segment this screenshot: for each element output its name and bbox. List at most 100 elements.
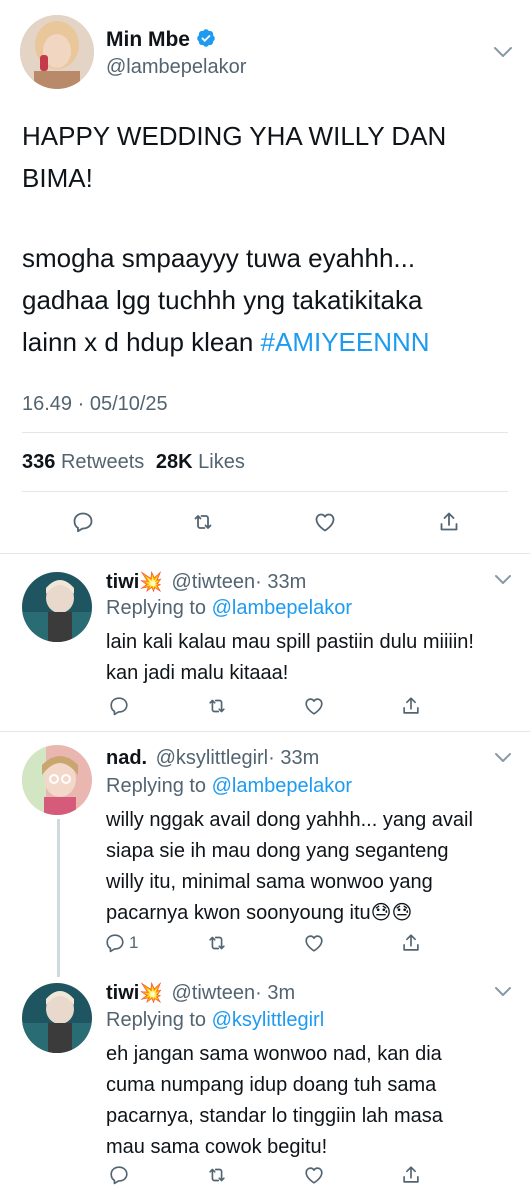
share-icon xyxy=(403,1166,419,1183)
tweet-text-line: gadhaa lgg tuchhh yng takatikitaka xyxy=(22,285,423,315)
replying-to-label: Replying to xyxy=(106,597,207,619)
share-button[interactable] xyxy=(396,691,426,721)
reply-text-line: cuma numpang idup doang tuh sama xyxy=(106,1074,437,1096)
replying-to: Replying to @lambepelakor xyxy=(106,775,352,798)
chevron-down-icon[interactable] xyxy=(494,752,512,764)
retweet-icon xyxy=(194,515,212,529)
explosion-emoji: 💥 xyxy=(139,983,164,1004)
reply-text-line: pacarnya kwon soonyoung itu😓😓 xyxy=(106,902,413,924)
stat-likes[interactable]: 28K Likes xyxy=(156,451,245,473)
retweets-count: 336 xyxy=(22,451,56,473)
replying-to-label: Replying to xyxy=(106,775,207,797)
reply-icon xyxy=(73,512,93,533)
replying-to: Replying to @ksylittlegirl xyxy=(106,1009,324,1032)
reply-avatar[interactable] xyxy=(22,572,92,642)
reply-text-line: mau sama cowok begitu! xyxy=(106,1136,328,1158)
replying-to-handle[interactable]: @ksylittlegirl xyxy=(212,1009,325,1031)
reply-count: 1 xyxy=(129,933,139,952)
reply-icon xyxy=(110,1166,128,1185)
share-button[interactable] xyxy=(396,928,426,958)
share-icon xyxy=(440,512,458,531)
tweet-text-line: smogha smpaayyy tuwa eyahhh... xyxy=(22,243,416,273)
chevron-down-icon[interactable] xyxy=(493,45,513,59)
avatar-image xyxy=(22,745,92,815)
retweet-icon xyxy=(209,936,225,950)
thread-connector-line xyxy=(57,819,60,977)
reply-time[interactable]: · 3m xyxy=(255,982,295,1004)
tweet-text-segment: lainn x d hdup klean xyxy=(22,327,261,357)
retweet-button[interactable] xyxy=(202,1160,232,1190)
author-name-row[interactable]: Min Mbe xyxy=(106,28,216,52)
tweet-text-spacer xyxy=(22,199,522,237)
reply-avatar[interactable] xyxy=(22,745,92,815)
chevron-down-icon[interactable] xyxy=(494,574,512,586)
likes-count: 28K xyxy=(155,451,193,473)
replying-to-label: Replying to xyxy=(106,1009,207,1031)
reply-time[interactable]: · 33m xyxy=(268,747,319,769)
author-name[interactable]: Min Mbe xyxy=(106,28,190,51)
replying-to: Replying to @lambepelakor xyxy=(106,597,352,620)
reply-button[interactable]: 1 xyxy=(104,928,138,958)
reply-text-line: eh jangan sama wonwoo nad, kan dia xyxy=(106,1043,442,1065)
replying-to-handle[interactable]: @lambepelakor xyxy=(212,597,352,619)
likes-label: Likes xyxy=(198,451,245,473)
share-icon xyxy=(403,697,419,714)
reply-text: lain kali kalau mau spill pastiin dulu m… xyxy=(106,627,526,689)
reply-author-handle[interactable]: @ksylittlegirl xyxy=(156,747,269,769)
heart-icon xyxy=(315,513,335,532)
divider xyxy=(0,553,530,554)
tweet-text-line: lainn x d hdup klean #AMIYEENNN xyxy=(22,321,522,363)
tweet-text: HAPPY WEDDING YHA WILLY DAN BIMA! smogha… xyxy=(22,115,522,363)
tweet-text-line: BIMA! xyxy=(22,163,93,193)
reply-button[interactable] xyxy=(104,691,134,721)
tweet-timestamp[interactable]: 16.49 · 05/10/25 xyxy=(22,393,168,416)
reply-button[interactable] xyxy=(104,1160,134,1190)
share-icon xyxy=(403,934,419,951)
stat-retweets[interactable]: 336 Retweets xyxy=(22,451,144,473)
divider xyxy=(0,731,530,732)
avatar-image xyxy=(22,983,92,1053)
chevron-down-icon[interactable] xyxy=(494,986,512,998)
engagement-stats: 336 Retweets 28K Likes xyxy=(22,451,245,474)
heart-icon xyxy=(305,698,323,715)
reply-avatar[interactable] xyxy=(22,983,92,1053)
reply-author-handle[interactable]: @tiwteen xyxy=(171,982,255,1004)
reply-author-name[interactable]: nad. xyxy=(106,747,147,769)
reply-text-line: willy itu, minimal sama wonwoo yang xyxy=(106,871,433,893)
reply-author-name[interactable]: tiwi xyxy=(106,571,139,593)
explosion-emoji: 💥 xyxy=(139,572,164,593)
reply-text-line: siapa sie ih mau dong yang seganteng xyxy=(106,840,449,862)
share-button[interactable] xyxy=(396,1160,426,1190)
reply-header: tiwi💥 @tiwteen· 3m xyxy=(106,981,295,1005)
divider xyxy=(22,491,508,492)
replying-to-handle[interactable]: @lambepelakor xyxy=(212,775,352,797)
like-button[interactable] xyxy=(299,691,329,721)
author-avatar[interactable] xyxy=(20,15,94,89)
reply-time[interactable]: · 33m xyxy=(255,571,306,593)
divider xyxy=(22,432,508,433)
share-button[interactable] xyxy=(434,507,464,537)
heart-icon xyxy=(305,935,323,952)
retweet-icon xyxy=(209,1168,225,1182)
reply-text-line: lain kali kalau mau spill pastiin dulu m… xyxy=(106,631,474,653)
reply-button[interactable] xyxy=(68,507,98,537)
heart-icon xyxy=(305,1167,323,1184)
retweet-button[interactable] xyxy=(202,691,232,721)
retweet-button[interactable] xyxy=(202,928,232,958)
reply-icon xyxy=(110,697,128,716)
reply-text: willy nggak avail dong yahhh... yang ava… xyxy=(106,805,526,929)
reply-author-handle[interactable]: @tiwteen xyxy=(171,571,255,593)
reply-text-line: pacarnya, standar lo tinggiin lah masa xyxy=(106,1105,443,1127)
reply-header: nad. @ksylittlegirl· 33m xyxy=(106,747,319,770)
tweet-text-line: HAPPY WEDDING YHA WILLY DAN xyxy=(22,121,447,151)
retweet-button[interactable] xyxy=(188,507,218,537)
like-button[interactable] xyxy=(299,928,329,958)
author-handle[interactable]: @lambepelakor xyxy=(106,56,246,79)
hashtag-link[interactable]: #AMIYEENNN xyxy=(261,327,430,357)
like-button[interactable] xyxy=(299,1160,329,1190)
avatar-image xyxy=(20,15,94,89)
reply-icon xyxy=(106,934,124,953)
verified-badge-icon xyxy=(197,29,215,47)
like-button[interactable] xyxy=(310,507,340,537)
reply-author-name[interactable]: tiwi xyxy=(106,982,139,1004)
